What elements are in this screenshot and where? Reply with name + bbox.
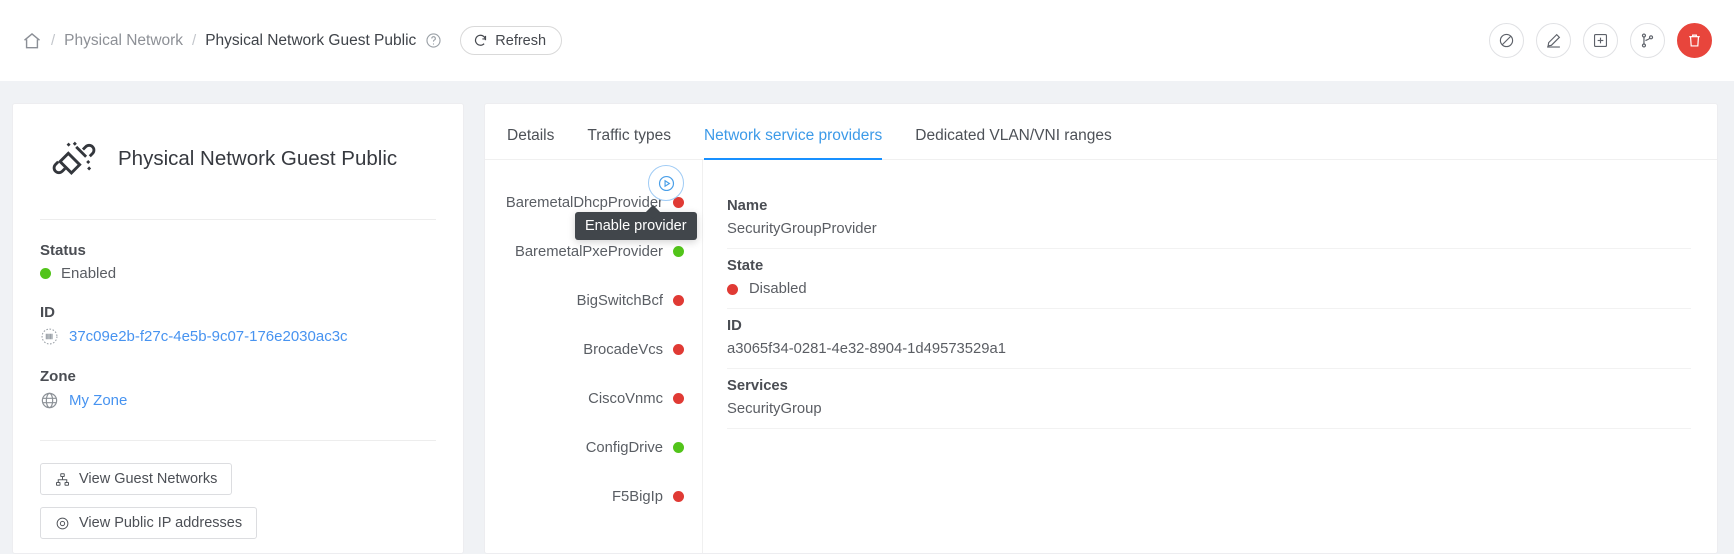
provider-name: BaremetalPxeProvider xyxy=(515,244,663,260)
plus-square-icon xyxy=(1592,32,1609,49)
view-guest-networks-label: View Guest Networks xyxy=(79,471,217,487)
barcode-icon xyxy=(40,327,59,346)
provider-name: BigSwitchBcf xyxy=(577,293,663,309)
tab-traffic-types[interactable]: Traffic types xyxy=(587,127,671,159)
pencil-icon xyxy=(1545,32,1562,49)
provider-name: CiscoVnmc xyxy=(588,391,663,407)
view-public-ip-addresses-label: View Public IP addresses xyxy=(79,515,242,531)
provider-status-dot xyxy=(673,295,684,306)
api-plugin-icon xyxy=(52,137,96,181)
page-title: Physical Network Guest Public xyxy=(118,147,397,171)
edit-button[interactable] xyxy=(1536,23,1571,58)
provider-state-field: State Disabled xyxy=(727,249,1691,309)
provider-name: BaremetalDhcpProvider xyxy=(506,195,663,211)
id-value-row: 37c09e2b-f27c-4e5b-9c07-176e2030ac3c xyxy=(40,327,436,346)
provider-services-value: SecurityGroup xyxy=(727,401,1691,417)
provider-name-label: Name xyxy=(727,198,1691,214)
divider-1 xyxy=(40,219,436,220)
aim-target-icon xyxy=(55,516,70,531)
circle-slash-icon xyxy=(1498,32,1515,49)
provider-area: BaremetalDhcpProvider BaremetalPxeProvid… xyxy=(485,160,1717,554)
enable-provider-tooltip: Enable provider xyxy=(575,212,697,240)
trash-icon xyxy=(1686,32,1703,49)
provider-status-dot xyxy=(673,246,684,257)
provider-name: BrocadeVcs xyxy=(583,342,663,358)
provider-status-dot xyxy=(673,344,684,355)
zone-value[interactable]: My Zone xyxy=(69,392,127,409)
id-label: ID xyxy=(40,304,436,321)
provider-status-dot xyxy=(673,393,684,404)
provider-status-dot xyxy=(673,491,684,502)
provider-list-item[interactable]: CiscoVnmc xyxy=(485,374,684,423)
view-guest-networks-button[interactable]: View Guest Networks xyxy=(40,463,232,495)
refresh-button-label: Refresh xyxy=(495,33,546,49)
breadcrumb-separator-2: / xyxy=(192,32,196,49)
fork-branch-icon xyxy=(1639,32,1656,49)
tab-bar: Details Traffic types Network service pr… xyxy=(485,104,1717,160)
add-button[interactable] xyxy=(1583,23,1618,58)
refresh-button[interactable]: Refresh xyxy=(460,26,562,55)
provider-status-dot xyxy=(673,442,684,453)
play-circle-icon xyxy=(657,174,676,193)
provider-list-item[interactable]: BrocadeVcs xyxy=(485,325,684,374)
breadcrumb-separator-1: / xyxy=(51,32,55,49)
refresh-icon xyxy=(473,33,488,48)
question-circle-icon[interactable] xyxy=(425,32,442,49)
tab-dedicated-vlan-vni-ranges[interactable]: Dedicated VLAN/VNI ranges xyxy=(915,127,1111,159)
status-field: Status Enabled xyxy=(40,242,436,282)
provider-name: ConfigDrive xyxy=(586,440,663,456)
breadcrumb: / Physical Network / Physical Network Gu… xyxy=(22,26,562,55)
provider-id-value: a3065f34-0281-4e32-8904-1d49573529a1 xyxy=(727,341,1691,357)
provider-state-value: Disabled xyxy=(749,281,807,297)
provider-name-value: SecurityGroupProvider xyxy=(727,221,1691,237)
provider-state-badge: Disabled xyxy=(727,281,1691,297)
top-bar: / Physical Network / Physical Network Gu… xyxy=(0,0,1734,81)
id-value[interactable]: 37c09e2b-f27c-4e5b-9c07-176e2030ac3c xyxy=(69,328,348,345)
divider-2 xyxy=(40,440,436,441)
provider-id-label: ID xyxy=(727,318,1691,334)
branch-button[interactable] xyxy=(1630,23,1665,58)
home-icon[interactable] xyxy=(22,31,42,51)
provider-services-label: Services xyxy=(727,378,1691,394)
breadcrumb-current: Physical Network Guest Public xyxy=(205,32,416,50)
topbar-action-group xyxy=(1489,23,1712,58)
provider-list-item[interactable]: F5BigIp xyxy=(485,472,684,521)
resource-summary-card: Physical Network Guest Public Status Ena… xyxy=(12,103,464,554)
tab-details[interactable]: Details xyxy=(507,127,554,159)
breadcrumb-parent[interactable]: Physical Network xyxy=(64,32,183,50)
provider-name-field: Name SecurityGroupProvider xyxy=(727,172,1691,249)
id-field: ID 37c09e2b-f27c-4e5b-9c07-176e2030ac3c xyxy=(40,304,436,346)
page-body: Physical Network Guest Public Status Ena… xyxy=(0,81,1734,554)
enable-provider-button[interactable] xyxy=(648,165,684,201)
globe-icon xyxy=(40,391,59,410)
provider-list-item[interactable]: BigSwitchBcf xyxy=(485,276,684,325)
tab-network-service-providers[interactable]: Network service providers xyxy=(704,127,882,159)
enable-provider-control: Enable provider xyxy=(648,165,684,201)
provider-name: F5BigIp xyxy=(612,489,663,505)
delete-button[interactable] xyxy=(1677,23,1712,58)
cluster-icon xyxy=(55,472,70,487)
zone-field: Zone My Zone xyxy=(40,368,436,410)
resource-header: Physical Network Guest Public xyxy=(40,134,436,181)
provider-list-item[interactable]: ConfigDrive xyxy=(485,423,684,472)
provider-detail-panel: Enable provider Name SecurityGroupProvid… xyxy=(703,160,1717,554)
status-dot-enabled xyxy=(40,268,51,279)
disable-button[interactable] xyxy=(1489,23,1524,58)
status-label: Status xyxy=(40,242,436,259)
provider-id-field: ID a3065f34-0281-4e32-8904-1d49573529a1 xyxy=(727,309,1691,369)
resource-action-list: View Guest Networks View Public IP addre… xyxy=(40,463,436,539)
provider-services-field: Services SecurityGroup xyxy=(727,369,1691,429)
status-value: Enabled xyxy=(61,265,116,282)
view-public-ip-addresses-button[interactable]: View Public IP addresses xyxy=(40,507,257,539)
provider-panel-card: Details Traffic types Network service pr… xyxy=(484,103,1718,554)
zone-label: Zone xyxy=(40,368,436,385)
provider-state-label: State xyxy=(727,258,1691,274)
provider-state-dot xyxy=(727,284,738,295)
status-badge: Enabled xyxy=(40,265,436,282)
zone-value-row: My Zone xyxy=(40,391,436,410)
